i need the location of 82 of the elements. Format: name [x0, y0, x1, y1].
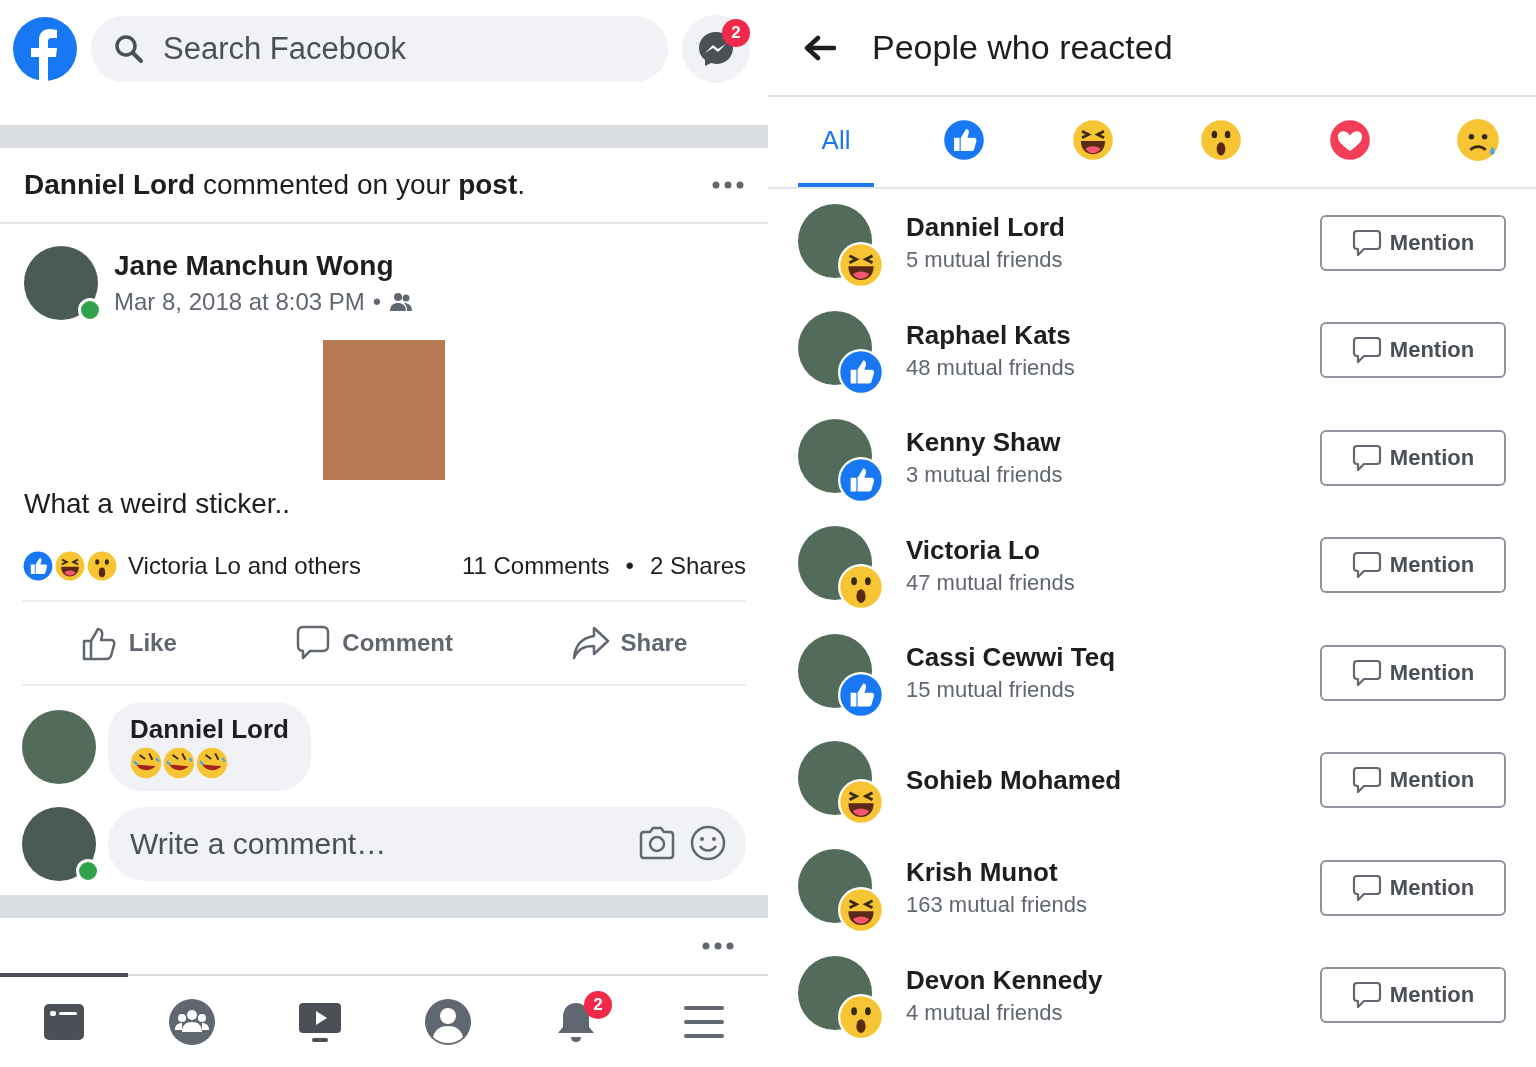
post-text: What a weird sticker..	[24, 488, 292, 520]
back-arrow-icon[interactable]	[804, 34, 836, 61]
heart-reaction-icon	[1327, 118, 1372, 162]
reactions-summary[interactable]: Victoria Lo and others	[128, 552, 362, 580]
nav-tab[interactable]: 2	[512, 973, 640, 1067]
surprised-reaction-icon	[86, 550, 118, 582]
notification-badge: 2	[584, 991, 612, 1019]
groups-icon	[168, 998, 216, 1046]
like-reaction-icon	[838, 671, 884, 718]
speech-bubble-icon	[1351, 658, 1382, 687]
author-name[interactable]: Jane Manchun Wong	[114, 250, 414, 282]
mention-button[interactable]: Mention	[1320, 752, 1506, 809]
speech-bubble-icon	[1351, 443, 1382, 472]
like-reaction-icon	[942, 118, 987, 162]
post-time: Mar 8, 2018 at 8:03 PM	[114, 288, 365, 316]
mention-button[interactable]: Mention	[1320, 644, 1506, 701]
mention-button[interactable]: Mention	[1320, 859, 1506, 916]
person-name[interactable]: Danniel Lord	[906, 212, 1294, 244]
like-reaction-icon	[838, 456, 884, 503]
mutual-friends-count: 163 mutual friends	[906, 892, 1088, 919]
mutual-friends-count: 3 mutual friends	[906, 462, 1064, 489]
search-icon	[113, 32, 145, 65]
notification-text: Danniel Lord commented on your post.	[24, 169, 526, 201]
rolling-laughing-icon	[130, 747, 162, 779]
laughing-reaction-icon	[1070, 118, 1115, 162]
speech-bubble-icon	[1351, 981, 1382, 1010]
mention-button[interactable]: Mention	[1320, 322, 1506, 379]
surprised-reaction-icon	[838, 994, 884, 1041]
mention-button[interactable]: Mention	[1320, 967, 1506, 1024]
sad-reaction-icon	[1455, 118, 1500, 162]
facebook-logo-icon[interactable]	[13, 16, 77, 81]
notification-badge: 2	[722, 18, 750, 47]
page-title: People who reacted	[872, 28, 1173, 67]
person-name[interactable]: Raphael Kats	[906, 319, 1294, 351]
more-icon[interactable]	[702, 942, 734, 950]
mutual-friends-count: 5 mutual friends	[906, 247, 1064, 274]
comment-button[interactable]: Comment	[288, 602, 459, 684]
comment-field[interactable]: Write a comment…	[108, 807, 746, 881]
shares-count[interactable]: 2 Shares	[649, 552, 746, 580]
rolling-laughing-icon	[163, 747, 195, 779]
mutual-friends-count: 48 mutual friends	[906, 354, 1076, 381]
mutual-friends-count: 4 mutual friends	[906, 999, 1064, 1026]
separator-dot: •	[372, 288, 382, 316]
person-name[interactable]: Victoria Lo	[906, 534, 1294, 566]
messenger-button[interactable]: 2	[682, 14, 750, 83]
friends-icon	[389, 292, 414, 312]
camera-icon[interactable]	[638, 826, 676, 860]
reaction-tab[interactable]: All	[798, 97, 874, 187]
person-name[interactable]: Krish Munot	[906, 857, 1294, 889]
separator-dot: •	[625, 552, 634, 580]
mention-button[interactable]: Mention	[1320, 214, 1506, 271]
person-name[interactable]: Devon Kennedy	[906, 964, 1294, 996]
surprised-reaction-icon	[838, 564, 884, 611]
like-reaction-icon	[838, 349, 884, 396]
comments-count[interactable]: 11 Comments	[461, 552, 610, 580]
laughing-reaction-icon	[838, 886, 884, 933]
laughing-reaction-icon	[838, 779, 884, 826]
commenter-name[interactable]: Danniel Lord	[130, 714, 289, 745]
person-name[interactable]: Kenny Shaw	[906, 427, 1294, 459]
like-reaction-icon	[22, 550, 54, 582]
smiley-icon[interactable]	[690, 825, 726, 861]
speech-bubble-icon	[1351, 336, 1382, 365]
mutual-friends-count: 15 mutual friends	[906, 677, 1076, 704]
mention-button[interactable]: Mention	[1320, 537, 1506, 594]
person-name[interactable]: Sohieb Mohamed	[906, 764, 1294, 796]
surprised-reaction-icon	[1199, 118, 1244, 162]
speech-bubble-icon	[1351, 766, 1382, 795]
profile-icon	[423, 997, 473, 1047]
share-arrow-icon	[570, 624, 611, 662]
mention-button[interactable]: Mention	[1320, 429, 1506, 486]
laughing-reaction-icon	[838, 241, 884, 288]
speech-bubble-icon	[1351, 228, 1382, 257]
share-button[interactable]: Share	[564, 602, 694, 684]
speech-bubble-icon	[1351, 551, 1382, 580]
person-name[interactable]: Cassi Cewwi Teq	[906, 642, 1294, 674]
search-field[interactable]: Search Facebook	[91, 15, 668, 82]
speech-bubble-icon	[1351, 873, 1382, 902]
laughing-reaction-icon	[54, 550, 86, 582]
like-button[interactable]: Like	[74, 602, 183, 684]
more-icon[interactable]	[712, 181, 744, 189]
rolling-laughing-icon	[196, 747, 228, 779]
mutual-friends-count: 47 mutual friends	[906, 569, 1076, 596]
